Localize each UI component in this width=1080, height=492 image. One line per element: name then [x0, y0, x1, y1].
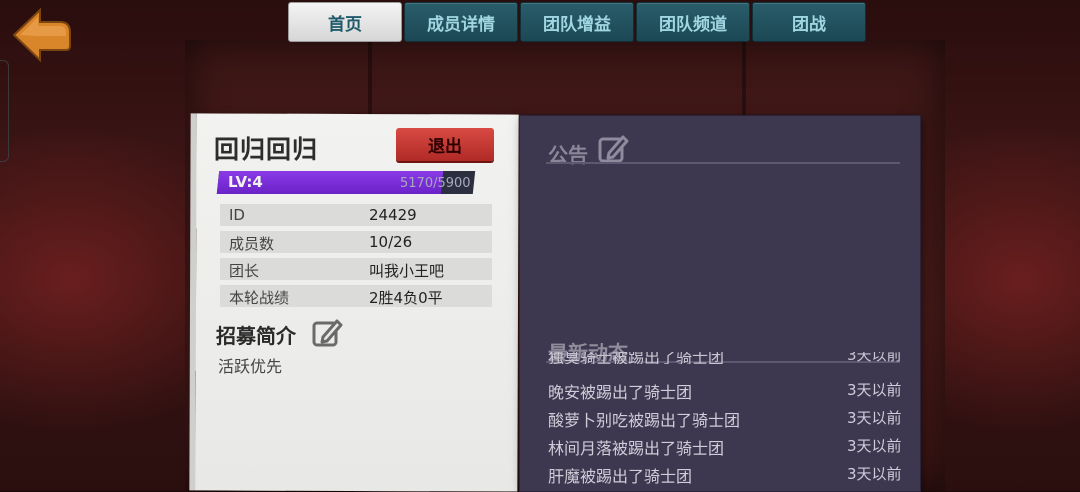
news-item: 肝魔被踢出了骑士团: [548, 467, 693, 486]
tab-member-details[interactable]: 成员详情: [404, 2, 518, 42]
edit-icon[interactable]: [598, 134, 630, 164]
news-time: 3天以前: [847, 465, 902, 483]
level-label: LV:4: [228, 173, 263, 191]
news-time: 3天以前: [847, 409, 902, 427]
news-item: 晚安被踢出了骑士团: [548, 383, 693, 402]
exit-button[interactable]: 退出: [396, 128, 494, 161]
info-value-id: 24429: [369, 206, 417, 224]
news-time: 3天以前: [847, 381, 902, 399]
tab-team-channel[interactable]: 团队频道: [636, 2, 750, 42]
news-time: 3天以前: [847, 437, 902, 455]
info-value-record: 2胜4负0平: [369, 289, 443, 307]
tab-home[interactable]: 首页: [288, 2, 402, 42]
notice-divider: [546, 162, 900, 164]
guild-name: 回归回归: [214, 135, 319, 164]
news-clipped-row: 独臭骑士被踢出了骑士团 3天以前: [546, 352, 906, 364]
info-key-record: 本轮战绩: [229, 289, 290, 307]
recruit-text: 活跃优先: [218, 357, 283, 376]
edit-icon[interactable]: [311, 317, 343, 349]
info-key-leader: 团长: [229, 262, 260, 280]
info-key-members: 成员数: [229, 235, 275, 253]
tab-team-battle[interactable]: 团战: [752, 2, 866, 42]
news-item: 酸萝卜别吃被踢出了骑士团: [548, 411, 741, 430]
news-clipped-text: 独臭骑士被踢出了骑士团: [548, 352, 725, 364]
info-value-members: 10/26: [369, 233, 413, 251]
info-row: [220, 258, 492, 280]
tab-team-buffs[interactable]: 团队增益: [520, 2, 634, 42]
news-item: 林间月落被踢出了骑士团: [548, 439, 725, 458]
recruit-title: 招募简介: [216, 324, 296, 348]
info-key-id: ID: [229, 206, 245, 224]
tab-bar: 首页 成员详情 团队增益 团队频道 团战: [288, 2, 866, 42]
info-value-leader: 叫我小王吧: [369, 262, 445, 280]
news-clipped-time: 3天以前: [847, 352, 902, 364]
side-handle: [0, 60, 9, 162]
level-exp: 5170/5900: [400, 176, 471, 191]
back-arrow-icon[interactable]: [10, 6, 74, 64]
info-row: [220, 204, 492, 226]
